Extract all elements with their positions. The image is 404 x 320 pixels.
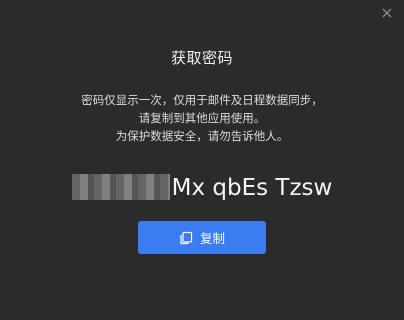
dialog-title: 获取密码: [170, 49, 233, 67]
copy-icon: [179, 231, 193, 245]
get-password-dialog: 获取密码 密码仅显示一次，仅用于邮件及日程数据同步， 请复制到其他应用使用。 为…: [0, 0, 404, 320]
description-line: 请复制到其他应用使用。: [138, 111, 266, 125]
password-redaction-mask: [71, 174, 170, 200]
password-display: Mx qbEs Tzsw: [0, 174, 404, 201]
description-line: 为保护数据安全，请勿告诉他人。: [115, 129, 289, 143]
password-text: Mx qbEs Tzsw: [171, 175, 333, 201]
close-icon[interactable]: [380, 6, 394, 20]
copy-button-label: 复制: [199, 231, 225, 246]
description-line: 密码仅显示一次，仅用于邮件及日程数据同步，: [81, 93, 323, 107]
copy-button[interactable]: 复制: [138, 221, 266, 254]
dialog-description: 密码仅显示一次，仅用于邮件及日程数据同步， 请复制到其他应用使用。 为保护数据安…: [0, 91, 404, 145]
